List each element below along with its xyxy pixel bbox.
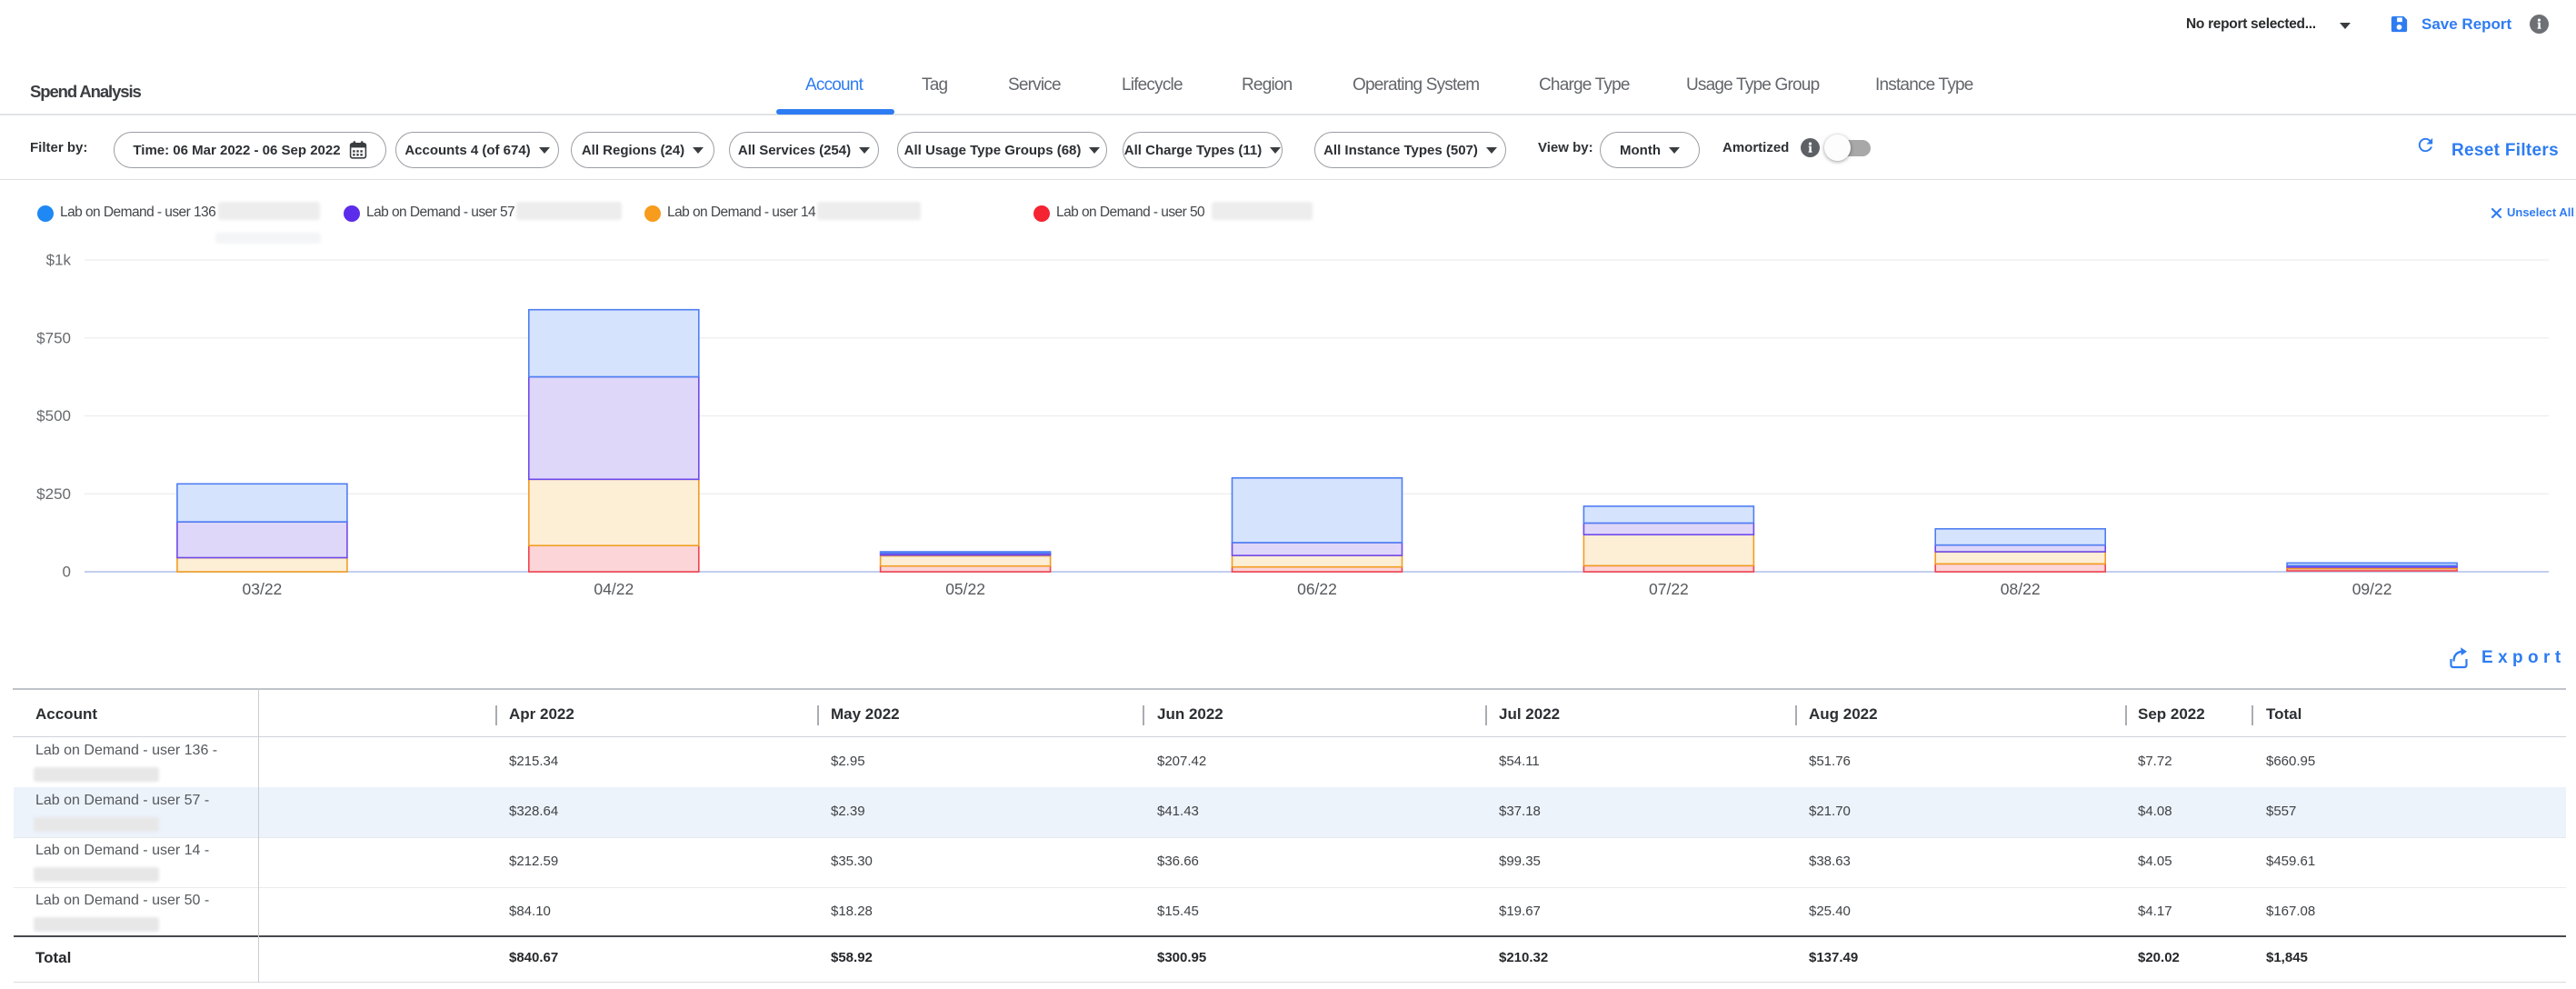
- svg-text:$1k: $1k: [46, 252, 72, 269]
- svg-text:$750: $750: [36, 329, 71, 346]
- svg-text:08/22: 08/22: [2001, 580, 2041, 598]
- svg-text:05/22: 05/22: [945, 580, 985, 598]
- svg-text:06/22: 06/22: [1297, 580, 1337, 598]
- svg-text:04/22: 04/22: [594, 580, 634, 598]
- svg-text:$500: $500: [36, 407, 71, 425]
- svg-text:03/22: 03/22: [243, 580, 283, 598]
- svg-text:07/22: 07/22: [1649, 580, 1689, 598]
- svg-text:0: 0: [63, 564, 71, 581]
- svg-text:09/22: 09/22: [2352, 580, 2392, 598]
- svg-text:$250: $250: [36, 485, 71, 503]
